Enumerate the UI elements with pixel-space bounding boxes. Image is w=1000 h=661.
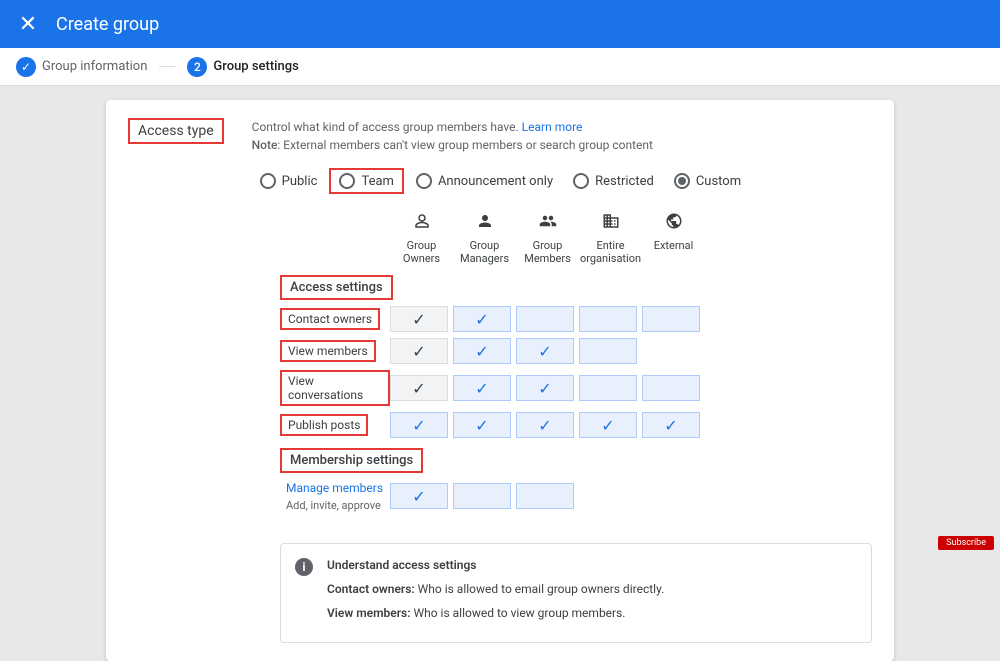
checkmark-icon: ✓ <box>16 57 36 77</box>
step-label: Group settings <box>213 59 298 74</box>
row-label[interactable]: Manage members <box>280 479 389 497</box>
radio-announcement-only[interactable]: Announcement only <box>408 168 561 194</box>
radio-team[interactable]: Team <box>329 168 404 194</box>
cell-toggle[interactable]: ✓ <box>390 483 448 509</box>
row-label: Contact owners <box>280 308 380 330</box>
radio-icon <box>416 173 432 189</box>
cell-toggle[interactable]: ✓ <box>453 412 511 438</box>
access-type-radio-group: Public Team Announcement only Restricted <box>252 168 749 194</box>
cell-toggle[interactable] <box>579 375 637 401</box>
radio-label: Restricted <box>595 174 654 189</box>
cell-toggle[interactable]: ✓ <box>453 338 511 364</box>
column-external: External <box>642 212 705 265</box>
access-type-section: Access type Control what kind of access … <box>128 118 872 194</box>
radio-icon <box>260 173 276 189</box>
cell-toggle[interactable]: ✓ <box>516 412 574 438</box>
page-body: Access type Control what kind of access … <box>0 86 1000 661</box>
row-sublabel: Add, invite, approve <box>280 499 387 512</box>
header-bar: ✕ Create group <box>0 0 1000 48</box>
step-separator <box>159 66 175 67</box>
step-group-information[interactable]: ✓ Group information <box>16 57 147 77</box>
radio-restricted[interactable]: Restricted <box>565 168 662 194</box>
membership-settings-title: Membership settings <box>280 448 423 473</box>
stepper: ✓ Group information 2 Group settings <box>0 48 1000 86</box>
row-label: View conversations <box>280 370 390 406</box>
column-group-managers: GroupManagers <box>453 212 516 265</box>
cell-toggle[interactable] <box>516 306 574 332</box>
step-number-icon: 2 <box>187 57 207 77</box>
close-icon[interactable]: ✕ <box>16 12 40 36</box>
info-title: Understand access settings <box>327 558 855 572</box>
radio-icon <box>674 173 690 189</box>
page-title: Create group <box>56 14 159 35</box>
row-label: View members <box>280 340 376 362</box>
info-line-label: View members: <box>327 606 410 620</box>
access-settings-grid: GroupOwners GroupManagers GroupMembers <box>280 212 872 643</box>
radio-label: Announcement only <box>438 174 553 189</box>
access-type-label: Access type <box>128 118 224 144</box>
access-desc-text: Control what kind of access group member… <box>252 120 522 134</box>
access-type-description: Control what kind of access group member… <box>252 118 749 194</box>
learn-more-link[interactable]: Learn more <box>522 120 583 134</box>
cell-toggle[interactable] <box>642 306 700 332</box>
info-icon: i <box>295 558 313 576</box>
cell-toggle[interactable]: ✓ <box>642 412 700 438</box>
cell-toggle[interactable]: ✓ <box>453 375 511 401</box>
radio-public[interactable]: Public <box>252 168 326 194</box>
row-view-conversations: View conversations ✓ ✓ ✓ <box>280 370 872 406</box>
organisation-icon <box>579 212 642 235</box>
column-entire-organisation: Entireorganisation <box>579 212 642 265</box>
cell-toggle[interactable] <box>642 375 700 401</box>
radio-icon <box>573 173 589 189</box>
cell-toggle[interactable] <box>579 338 637 364</box>
column-group-owners: GroupOwners <box>390 212 453 265</box>
settings-card: Access type Control what kind of access … <box>106 100 894 661</box>
access-settings-title: Access settings <box>280 275 393 300</box>
cell-toggle[interactable]: ✓ <box>516 375 574 401</box>
cell-toggle[interactable]: ✓ <box>390 306 448 332</box>
column-group-members: GroupMembers <box>516 212 579 265</box>
info-line-text: Who is allowed to view group members. <box>410 606 625 620</box>
cell-toggle[interactable] <box>579 306 637 332</box>
understand-access-settings-info: i Understand access settings Contact own… <box>280 543 872 643</box>
cell-toggle[interactable] <box>453 483 511 509</box>
column-headers: GroupOwners GroupManagers GroupMembers <box>390 212 872 265</box>
globe-icon <box>642 212 705 235</box>
radio-custom[interactable]: Custom <box>666 168 749 194</box>
cell-toggle[interactable]: ✓ <box>390 375 448 401</box>
note-text: : External members can't view group memb… <box>277 138 653 152</box>
radio-label: Team <box>361 174 394 189</box>
cell-toggle[interactable] <box>516 483 574 509</box>
cell-toggle[interactable]: ✓ <box>453 306 511 332</box>
step-group-settings[interactable]: 2 Group settings <box>187 57 298 77</box>
row-publish-posts: Publish posts ✓ ✓ ✓ ✓ ✓ <box>280 412 872 438</box>
group-icon <box>516 212 579 235</box>
subscribe-button[interactable]: Subscribe <box>938 536 994 550</box>
radio-label: Public <box>282 174 318 189</box>
note-prefix: Note <box>252 138 278 152</box>
row-label: Publish posts <box>280 414 368 436</box>
row-contact-owners: Contact owners ✓ ✓ <box>280 306 872 332</box>
cell-toggle[interactable]: ✓ <box>579 412 637 438</box>
info-line-label: Contact owners: <box>327 582 415 596</box>
cell-toggle[interactable]: ✓ <box>390 412 448 438</box>
person-outline-icon <box>390 212 453 235</box>
person-icon <box>453 212 516 235</box>
cell-toggle[interactable]: ✓ <box>390 338 448 364</box>
radio-label: Custom <box>696 174 741 189</box>
row-view-members: View members ✓ ✓ ✓ <box>280 338 872 364</box>
row-manage-members: Manage members Add, invite, approve ✓ <box>280 479 872 513</box>
cell-toggle[interactable]: ✓ <box>516 338 574 364</box>
info-line-text: Who is allowed to email group owners dir… <box>415 582 665 596</box>
step-label: Group information <box>42 59 147 74</box>
radio-icon <box>339 173 355 189</box>
